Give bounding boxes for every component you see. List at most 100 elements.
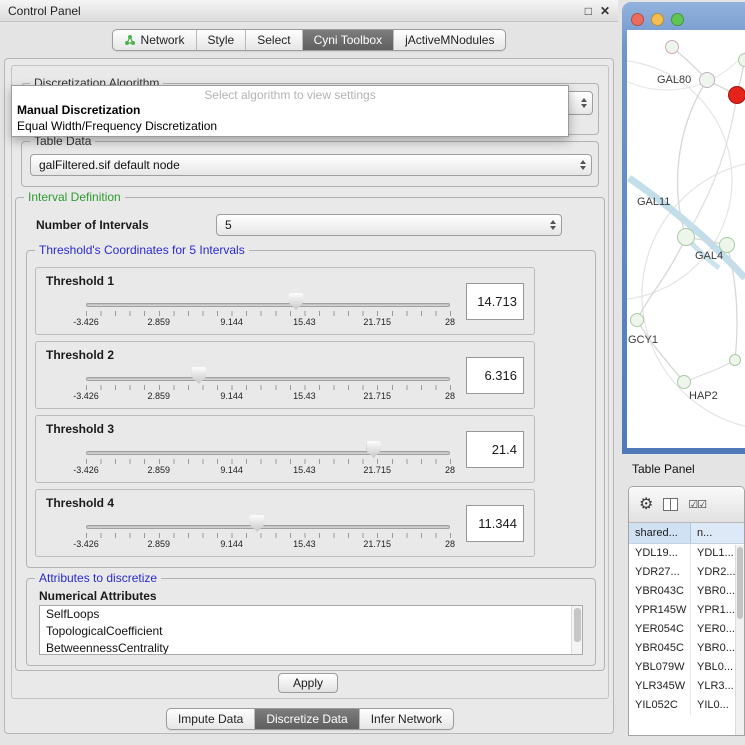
apply-button[interactable]: Apply [278,673,338,693]
slider-scale-label: 9.144 [220,465,243,475]
network-node[interactable] [728,86,745,104]
slider-scale-label: 2.859 [148,391,171,401]
table-panel-title: Table Panel [632,462,695,476]
network-node-label: GAL11 [637,196,670,208]
numerical-attributes-list[interactable]: SelfLoopsTopologicalCoefficientBetweenne… [39,605,583,655]
threshold-2-slider[interactable] [86,367,450,386]
attribute-item[interactable]: TopologicalCoefficient [40,623,582,640]
table-cell: YLR345W [629,677,691,696]
bottom-tab-bar: Impute Data Discretize Data Infer Networ… [5,706,615,732]
slider-scale-label: 9.144 [220,317,243,327]
slider-scale: -3.4262.8599.14415.4321.71528 [86,391,450,402]
network-node[interactable] [630,313,644,327]
tab-jactivemnodules[interactable]: jActiveMNodules [394,30,505,50]
table-scrollbar-thumb[interactable] [737,547,743,619]
zoom-traffic-icon[interactable] [671,13,684,26]
window-traffic-lights [631,13,684,26]
threshold-2-slider-thumb[interactable] [191,367,206,384]
network-node[interactable] [729,354,741,366]
threshold-2-value-field[interactable]: 6.316 [466,357,524,394]
top-tab-bar: Network Style Select Cyni Toolbox jActiv… [0,26,618,54]
network-canvas[interactable]: GAL80GAL11GAL4GCY1HAP2 [627,30,745,448]
table-row[interactable]: YBR043CYBR0... [629,582,744,601]
algorithm-option-manual[interactable]: Manual Discretization [12,102,568,118]
float-window-icon[interactable]: □ [585,5,592,17]
threshold-1-slider-thumb[interactable] [289,293,304,310]
slider-scale-label: 2.859 [148,465,171,475]
slider-scale-label: -3.426 [73,539,99,549]
table-row[interactable]: YDL19...YDL1... [629,544,744,563]
threshold-1-value-field[interactable]: 14.713 [466,283,524,320]
tab-cyni-toolbox[interactable]: Cyni Toolbox [303,30,394,50]
threshold-3-slider[interactable] [86,441,450,460]
network-node[interactable] [677,228,695,246]
threshold-4-slider-thumb[interactable] [250,515,265,532]
number-of-intervals-combo[interactable]: 5 [216,214,562,236]
threshold-3-value-field[interactable]: 21.4 [466,431,524,468]
network-tab-icon [124,34,136,46]
network-node[interactable] [665,40,679,54]
network-node[interactable] [699,72,715,88]
close-traffic-icon[interactable] [631,13,644,26]
numerical-attributes-label: Numerical Attributes [39,589,157,603]
cyni-toolbox-panel: Discretization Algorithm Select algorith… [4,58,614,734]
table-panel-window: ⚙ ☑☑ shared... n... YDL19...YDL1...YDR27… [628,486,745,736]
tab-style[interactable]: Style [197,30,247,50]
table-cell: YER054C [629,620,691,639]
bottom-tab-segment: Impute Data Discretize Data Infer Networ… [166,708,454,730]
slider-scale-label: 9.144 [220,539,243,549]
gear-icon[interactable]: ⚙ [639,497,653,513]
table-row[interactable]: YBR045CYBR0... [629,639,744,658]
tab-impute-data[interactable]: Impute Data [167,709,255,729]
table-header-shared[interactable]: shared... [629,523,691,543]
threshold-4-value-field[interactable]: 11.344 [466,505,524,542]
slider-scale-label: 15.43 [293,539,316,549]
network-view-window: GAL80GAL11GAL4GCY1HAP2 [622,2,745,454]
table-row[interactable]: YER054CYER0... [629,620,744,639]
select-all-icon[interactable]: ☑ [688,499,697,511]
threshold-4-panel: Threshold 4 -3.4262.8599.14415.4321.7152… [35,489,535,557]
checkbox-icons[interactable]: ☑☑ [688,498,706,511]
tab-infer-network[interactable]: Infer Network [360,709,453,729]
algorithm-option-equal-width[interactable]: Equal Width/Frequency Discretization [12,118,568,134]
tab-jactivemnodules-label: jActiveMNodules [405,33,494,47]
select-column-icon[interactable]: ☑ [697,499,706,511]
table-row[interactable]: YPR145WYPR1... [629,601,744,620]
attributes-scrollbar[interactable] [571,606,582,654]
tab-discretize-data[interactable]: Discretize Data [255,709,359,729]
attributes-scrollbar-thumb[interactable] [574,608,581,642]
table-row[interactable]: YIL052CYIL0... [629,696,744,715]
table-scrollbar[interactable] [735,545,744,735]
table-header-name[interactable]: n... [691,523,744,543]
threshold-4-slider[interactable] [86,515,450,534]
table-data-combo-value: galFiltered.sif default node [39,158,180,172]
table-cell: YPR145W [629,601,691,620]
slider-scale-label: 9.144 [220,391,243,401]
attribute-item[interactable]: BetweennessCentrality [40,640,582,655]
table-row[interactable]: YBL079WYBL0... [629,658,744,677]
minimize-traffic-icon[interactable] [651,13,664,26]
tab-cyni-toolbox-label: Cyni Toolbox [314,33,382,47]
threshold-3-panel: Threshold 3 -3.4262.8599.14415.4321.7152… [35,415,535,483]
table-cell: YIL052C [629,696,691,715]
algorithm-placeholder-option[interactable]: Select algorithm to view settings [12,86,568,102]
close-icon[interactable]: ✕ [600,5,610,17]
tab-network[interactable]: Network [113,30,197,50]
threshold-1-panel: Threshold 1 -3.4262.8599.14415.4321.7152… [35,267,535,335]
columns-icon[interactable] [663,498,678,511]
network-node-label: GAL4 [695,250,723,262]
table-row[interactable]: YLR345WYLR3... [629,677,744,696]
threshold-1-slider[interactable] [86,293,450,312]
attribute-item[interactable]: SelfLoops [40,606,582,623]
threshold-3-slider-thumb[interactable] [366,441,381,458]
table-row[interactable]: YDR27...YDR2... [629,563,744,582]
network-node[interactable] [677,375,691,389]
slider-scale: -3.4262.8599.14415.4321.71528 [86,317,450,328]
table-data-combo[interactable]: galFiltered.sif default node [30,154,592,176]
slider-scale-label: 15.43 [293,391,316,401]
network-node[interactable] [738,53,745,67]
threshold-4-label: Threshold 4 [46,496,114,510]
tab-select[interactable]: Select [246,30,302,50]
combo-stepper-icon [581,98,587,108]
slider-ticks [86,311,452,316]
